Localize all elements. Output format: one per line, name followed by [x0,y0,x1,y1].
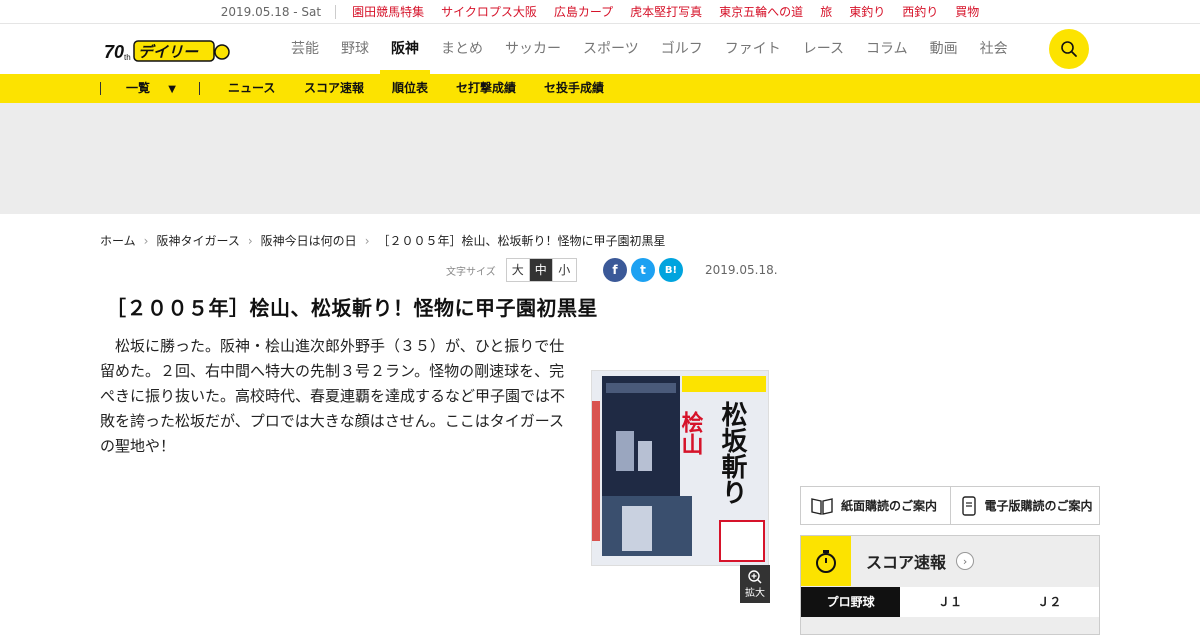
newspaper-front-page-image[interactable]: 桧山 松坂斬り [591,370,769,566]
digital-subscription-label: 電子版購読のご案内 [984,499,1093,513]
print-subscription-label: 紙面購読のご案内 [841,499,938,513]
stopwatch-icon-box [801,536,851,586]
stopwatch-icon [816,550,836,573]
zoom-in-icon [748,569,762,584]
chevron-right-icon: › [364,233,370,248]
nav-item-society[interactable]: 社会 [969,24,1019,74]
caret-down-icon: ▼ [168,84,176,95]
book-icon [811,497,833,515]
list-dropdown[interactable]: 一覧 ▼ [126,74,176,104]
current-date: 2019.05.18 - Sat [221,4,337,19]
smartphone-icon [961,495,976,516]
nav-item-video[interactable]: 動画 [919,24,969,74]
chevron-right-icon[interactable]: › [956,552,975,570]
svg-text:松坂斬り: 松坂斬り [717,401,747,505]
chevron-right-icon: › [247,233,253,248]
share-buttons: f t B! [603,258,683,282]
nav-item-hanshin[interactable]: 阪神 [380,24,430,74]
text-size-caption: 文字サイズ [446,266,496,278]
article-body: 松坂に勝った。阪神・桧山進次郎外野手（３５）が、ひと振りで仕留めた。２回、右中間… [100,337,566,455]
score-tabs: プロ野球 Ｊ１ Ｊ２ [801,587,1099,617]
breadcrumb: ホーム › 阪神タイガース › 阪神今日は何の日 › ［２００５年］桧山、松坂斬… [100,232,666,249]
print-subscription-link[interactable]: 紙面購読のご案内 [801,487,951,524]
facebook-icon: f [612,263,618,277]
top-link[interactable]: 園田競馬特集 [352,3,424,20]
article-date: 2019.05.18. [705,263,778,277]
text-size-large[interactable]: 大 [507,259,530,281]
svg-text:70: 70 [104,42,124,62]
divider [100,82,101,95]
ad-banner-area [0,103,1200,214]
text-size-small[interactable]: 小 [553,259,576,281]
divider [199,82,200,95]
twitter-share-button[interactable]: t [631,258,655,282]
hatena-icon: B! [664,264,678,276]
subnav-item-batting[interactable]: セ打撃成績 [456,74,516,103]
nav-item-entertainment[interactable]: 芸能 [280,24,330,74]
text-size-selector: 文字サイズ 大 中 小 [446,258,577,282]
breadcrumb-current: ［２００５年］桧山、松坂斬り！怪物に甲子園初黒星 [377,234,666,248]
score-widget: スコア速報 › プロ野球 Ｊ１ Ｊ２ [800,535,1100,635]
top-links: 園田競馬特集 サイクロプス大阪 広島カープ 虎本堅打写真 東京五輪への道 旅 東… [352,3,979,20]
search-button[interactable] [1049,29,1089,69]
breadcrumb-home[interactable]: ホーム [100,232,136,249]
tab-j2[interactable]: Ｊ２ [1000,587,1099,617]
nav-item-matome[interactable]: まとめ [430,24,494,74]
nav-item-baseball[interactable]: 野球 [330,24,380,74]
nav-item-column[interactable]: コラム [855,24,919,74]
zoom-label: 拡大 [745,587,765,599]
main-nav: 芸能 野球 阪神 まとめ サッカー スポーツ ゴルフ ファイト レース コラム … [280,24,1019,74]
chevron-right-icon: › [143,233,149,248]
hatena-share-button[interactable]: B! [659,258,683,282]
text-size-medium[interactable]: 中 [529,259,553,281]
list-dropdown-label: 一覧 [126,81,151,95]
top-link[interactable]: 東京五輪への道 [719,3,803,20]
tab-pro-baseball[interactable]: プロ野球 [801,587,901,617]
article-title: ［２００５年］桧山、松坂斬り！怪物に甲子園初黒星 [106,296,598,320]
tab-j1[interactable]: Ｊ１ [900,587,999,617]
nav-item-soccer[interactable]: サッカー [494,24,572,74]
twitter-icon: t [640,263,646,277]
score-widget-title[interactable]: スコア速報 [866,549,946,573]
search-icon [1061,41,1077,57]
site-header: 70 th デイリー 芸能 野球 阪神 まとめ サッカー スポーツ ゴルフ ファ… [0,24,1200,74]
top-link[interactable]: サイクロプス大阪 [441,3,537,20]
zoom-button[interactable]: 拡大 [740,565,770,603]
newspaper-illustration: 桧山 松坂斬り [592,371,768,565]
svg-text:桧山: 桧山 [678,410,704,455]
nav-item-golf[interactable]: ゴルフ [650,24,714,74]
nav-item-sports[interactable]: スポーツ [572,24,650,74]
subscription-links: 紙面購読のご案内 電子版購読のご案内 [800,486,1100,525]
daily-logo[interactable]: 70 th デイリー [104,36,234,64]
top-link[interactable]: 旅 [820,3,832,20]
digital-subscription-link[interactable]: 電子版購読のご案内 [951,487,1100,524]
top-link[interactable]: 東釣り [849,3,885,20]
subnav-item-score[interactable]: スコア速報 [304,74,364,103]
svg-text:th: th [124,53,131,62]
top-bar: 2019.05.18 - Sat 園田競馬特集 サイクロプス大阪 広島カープ 虎… [0,0,1200,24]
nav-item-race[interactable]: レース [792,24,855,74]
top-link[interactable]: 買物 [955,3,979,20]
sub-nav: 一覧 ▼ ニュース スコア速報 順位表 セ打撃成績 セ投手成績 [0,74,1200,103]
subnav-item-pitching[interactable]: セ投手成績 [544,74,604,103]
top-link[interactable]: 虎本堅打写真 [630,3,702,20]
subnav-item-news[interactable]: ニュース [228,74,275,103]
subnav-item-standings[interactable]: 順位表 [392,74,428,103]
breadcrumb-today[interactable]: 阪神今日は何の日 [261,232,357,249]
top-link[interactable]: 西釣り [902,3,938,20]
breadcrumb-tigers[interactable]: 阪神タイガース [156,232,239,249]
top-link[interactable]: 広島カープ [554,3,613,20]
svg-text:デイリー: デイリー [138,43,199,61]
nav-item-fight[interactable]: ファイト [714,24,792,74]
facebook-share-button[interactable]: f [603,258,627,282]
